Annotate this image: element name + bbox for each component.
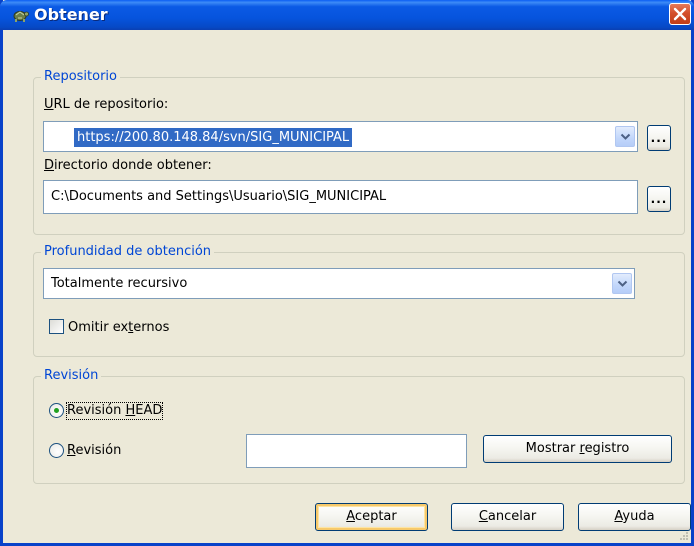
close-icon [673,7,687,21]
depth-dropdown-button[interactable] [612,273,632,294]
chevron-down-icon [620,133,631,140]
title-bar[interactable]: Obtener [0,0,694,30]
depth-combobox[interactable]: Totalmente recursivo [43,268,635,299]
revision-head-label[interactable]: Revisión HEAD [65,402,164,420]
ok-button[interactable]: Aceptar [315,503,428,531]
window-title: Obtener [34,5,108,24]
directory-label: Directorio donde obtener: [44,158,212,173]
depth-value: Totalmente recursivo [51,276,188,291]
revision-head-radio[interactable] [49,403,64,418]
url-value: https://200.80.148.84/svn/SIG_MUNICIPAL [74,128,353,147]
radio-selected-dot [54,408,59,413]
omit-externals-label[interactable]: Omitir externos [68,320,169,336]
help-button[interactable]: Ayuda [578,503,691,531]
revision-number-label[interactable]: Revisión [67,443,121,459]
depth-legend: Profundidad de obtención [41,244,215,260]
show-log-button[interactable]: Mostrar registro [483,435,672,463]
directory-input[interactable]: C:\Documents and Settings\Usuario\SIG_MU… [43,180,638,214]
url-combobox[interactable]: https://200.80.148.84/svn/SIG_MUNICIPAL [43,121,638,152]
revision-number-input[interactable] [246,434,467,468]
repository-legend: Repositorio [41,69,120,85]
omit-externals-checkbox[interactable] [49,319,64,334]
url-label: URL de repositorio: [44,97,169,112]
directory-browse-button[interactable]: ... [647,186,671,212]
close-button[interactable] [669,3,691,25]
revision-number-radio[interactable] [49,443,64,458]
revision-legend: Revisión [41,368,102,384]
url-dropdown-button[interactable] [615,126,635,147]
chevron-down-icon [617,280,628,287]
turtle-icon [12,7,29,23]
directory-value: C:\Documents and Settings\Usuario\SIG_MU… [51,189,387,204]
url-browse-button[interactable]: ... [647,125,671,151]
checkout-dialog: Obtener Repositorio URL de repositorio: … [0,0,694,546]
resize-grip-icon[interactable] [679,531,689,541]
cancel-button[interactable]: Cancelar [451,503,564,531]
